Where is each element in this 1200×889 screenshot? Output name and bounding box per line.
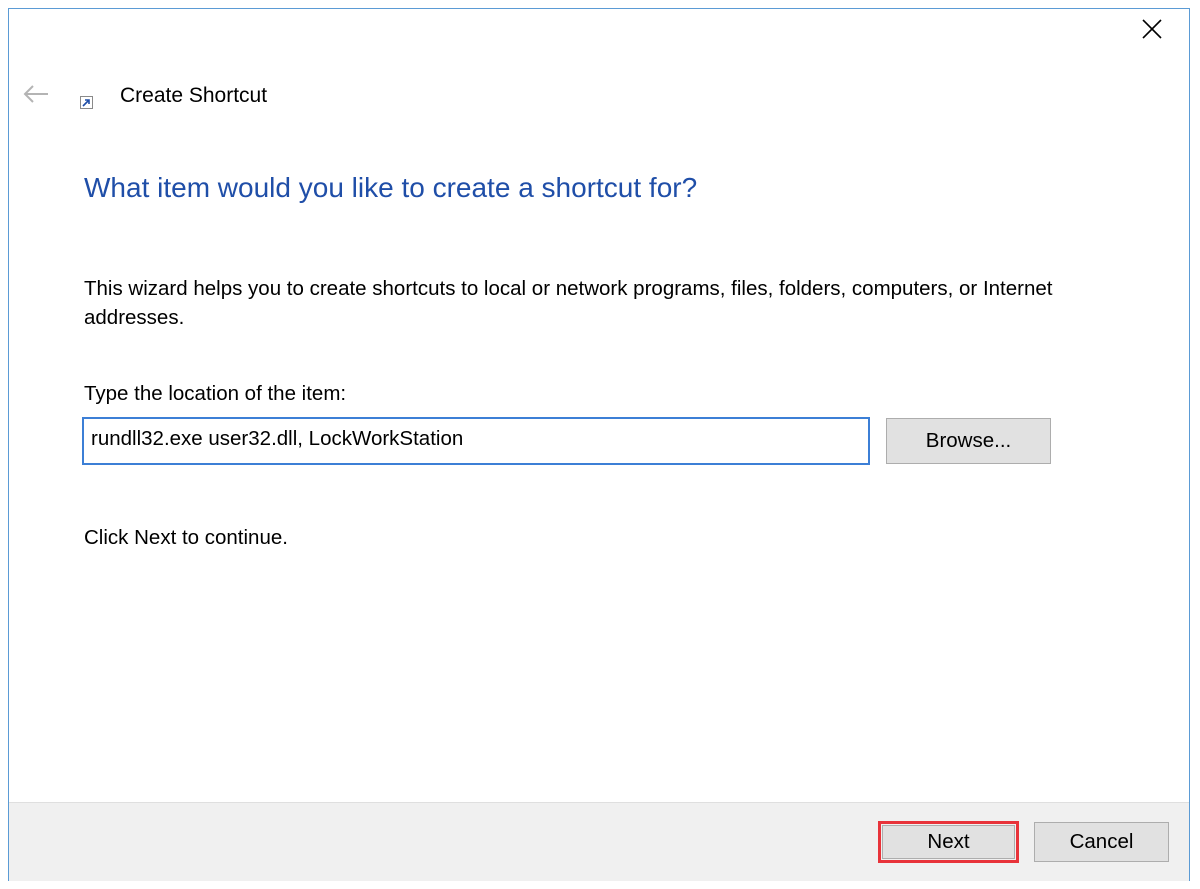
cancel-button[interactable]: Cancel — [1034, 822, 1169, 862]
back-button[interactable] — [20, 80, 52, 108]
shortcut-icon — [80, 96, 93, 109]
page-heading: What item would you like to create a sho… — [84, 172, 698, 203]
wizard-description: This wizard helps you to create shortcut… — [84, 277, 1053, 329]
close-icon — [1142, 19, 1162, 39]
continue-instruction: Click Next to continue. — [84, 526, 288, 549]
wizard-title: Create Shortcut — [120, 84, 268, 107]
browse-button[interactable]: Browse... — [886, 418, 1051, 464]
location-label: Type the location of the item: — [84, 382, 347, 405]
close-button[interactable] — [1134, 12, 1170, 46]
location-input[interactable] — [82, 417, 870, 465]
next-button[interactable]: Next — [882, 825, 1015, 859]
back-arrow-icon — [23, 85, 48, 103]
